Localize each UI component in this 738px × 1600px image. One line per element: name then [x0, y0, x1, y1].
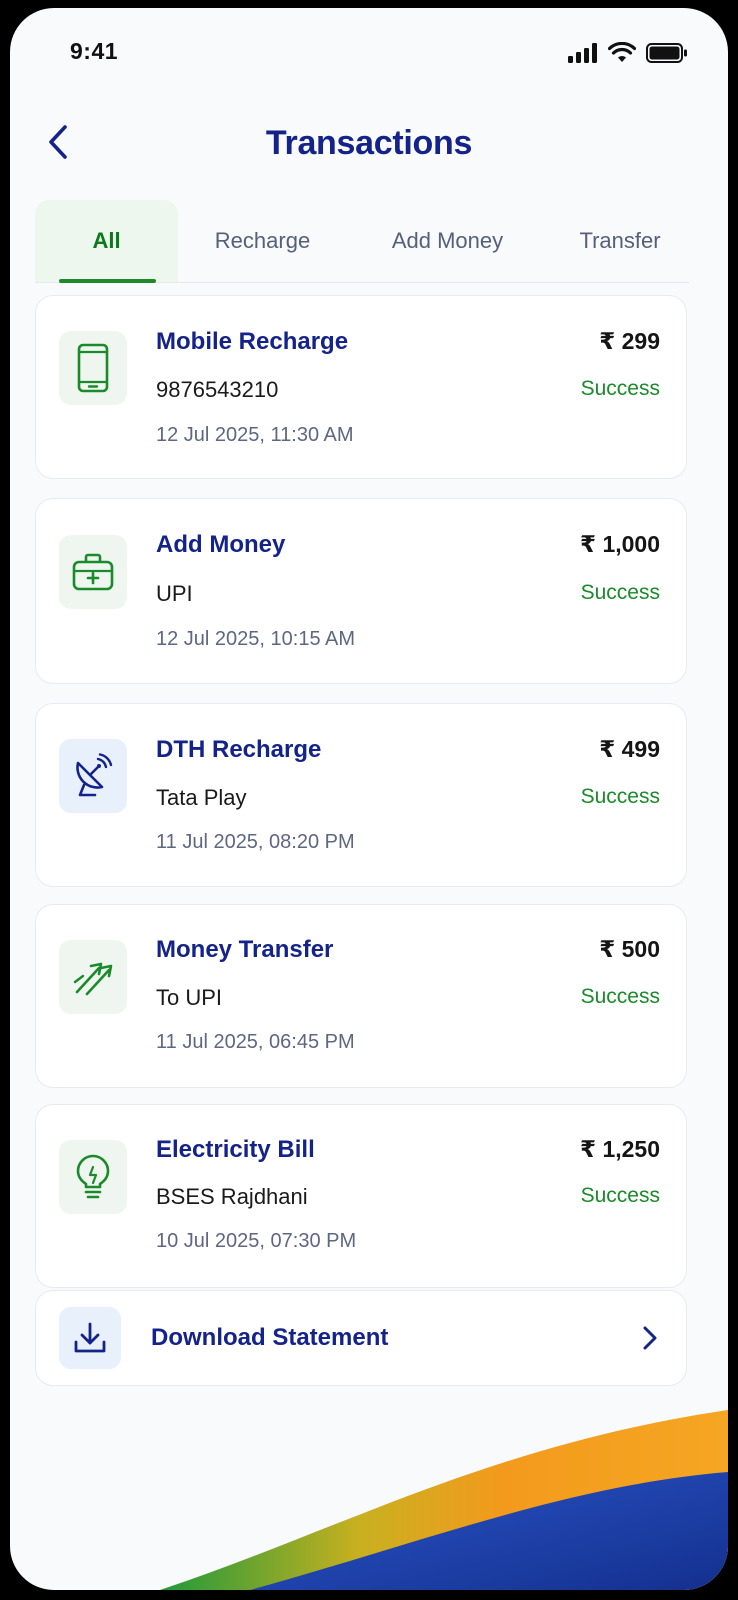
transfer-arrows-icon-box: [59, 940, 127, 1014]
transaction-card-dth-recharge[interactable]: DTH Recharge Tata Play 11 Jul 2025, 08:2…: [35, 703, 687, 887]
transaction-date: 12 Jul 2025, 10:15 AM: [156, 628, 356, 650]
transfer-arrows-icon: [73, 962, 113, 996]
transaction-date: 11 Jul 2025, 06:45 PM: [156, 1031, 355, 1053]
status-time: 9:41: [70, 38, 119, 64]
wallet-icon-box: [59, 535, 127, 609]
transaction-subtitle: BSES Rajdhani: [156, 1184, 308, 1209]
tab-bar: All Recharge Add Money Transfer: [35, 200, 689, 283]
tricolor-wave-decoration: [160, 1410, 728, 1590]
satellite-dish-icon: [76, 753, 113, 797]
transaction-status: Success: [580, 1184, 660, 1207]
transaction-card-mobile-recharge[interactable]: Mobile Recharge 9876543210 12 Jul 2025, …: [35, 295, 687, 479]
tab-add-money[interactable]: Add Money: [365, 200, 530, 282]
chevron-right-icon: [643, 1326, 657, 1350]
transaction-subtitle: To UPI: [156, 985, 223, 1010]
tab-transfer[interactable]: Transfer: [560, 200, 680, 282]
signal-icon: [568, 42, 597, 63]
transaction-status: Success: [580, 581, 660, 604]
transaction-date: 10 Jul 2025, 07:30 PM: [156, 1230, 357, 1252]
transaction-date: 11 Jul 2025, 08:20 PM: [156, 831, 355, 853]
transaction-card-money-transfer[interactable]: Money Transfer To UPI 11 Jul 2025, 06:45…: [35, 904, 687, 1088]
transaction-title: Electricity Bill: [156, 1136, 315, 1163]
tab-label: Recharge: [214, 228, 311, 253]
tab-all[interactable]: All: [35, 200, 178, 283]
transaction-status: Success: [580, 985, 660, 1008]
page-title: Transactions: [265, 124, 473, 162]
tab-label: All: [92, 228, 121, 253]
transaction-subtitle: UPI: [156, 581, 193, 606]
transaction-subtitle: Tata Play: [156, 785, 247, 810]
status-icons: [568, 42, 688, 63]
mobile-icon-box: [59, 331, 127, 405]
lightbulb-icon: [76, 1154, 110, 1199]
transaction-title: Money Transfer: [156, 936, 334, 963]
tab-label: Transfer: [579, 228, 661, 253]
transaction-amount: ₹ 299: [599, 328, 660, 354]
lightbulb-icon-box: [59, 1140, 127, 1214]
transaction-date: 12 Jul 2025, 11:30 AM: [156, 424, 354, 446]
mobile-icon: [77, 343, 109, 393]
transaction-status: Success: [580, 377, 660, 400]
transaction-title: Add Money: [156, 531, 286, 558]
transaction-card-add-money[interactable]: Add Money UPI 12 Jul 2025, 10:15 AM ₹ 1,…: [35, 498, 687, 684]
satellite-dish-icon-box: [59, 739, 127, 813]
tab-recharge[interactable]: Recharge: [190, 200, 335, 282]
transaction-amount: ₹ 1,250: [580, 1136, 660, 1162]
transaction-status: Success: [580, 785, 660, 808]
tab-label: Add Money: [391, 228, 504, 253]
download-statement-button[interactable]: Download Statement: [35, 1290, 687, 1386]
transaction-subtitle: 9876543210: [156, 377, 279, 402]
transaction-amount: ₹ 500: [599, 936, 660, 962]
transaction-title: Mobile Recharge: [156, 328, 349, 355]
battery-icon: [646, 42, 687, 63]
download-icon-box: [59, 1307, 121, 1369]
transaction-amount: ₹ 499: [599, 736, 660, 762]
wifi-icon: [608, 42, 636, 62]
phone-screen: 9:41 Transactions All Recharge Add Money…: [10, 8, 728, 1590]
download-icon: [74, 1322, 106, 1353]
wallet-icon: [72, 553, 114, 591]
download-statement-label: Download Statement: [151, 1324, 389, 1351]
transaction-title: DTH Recharge: [156, 736, 322, 763]
transaction-card-electricity-bill[interactable]: Electricity Bill BSES Rajdhani 10 Jul 20…: [35, 1104, 687, 1288]
transaction-amount: ₹ 1,000: [580, 531, 660, 557]
